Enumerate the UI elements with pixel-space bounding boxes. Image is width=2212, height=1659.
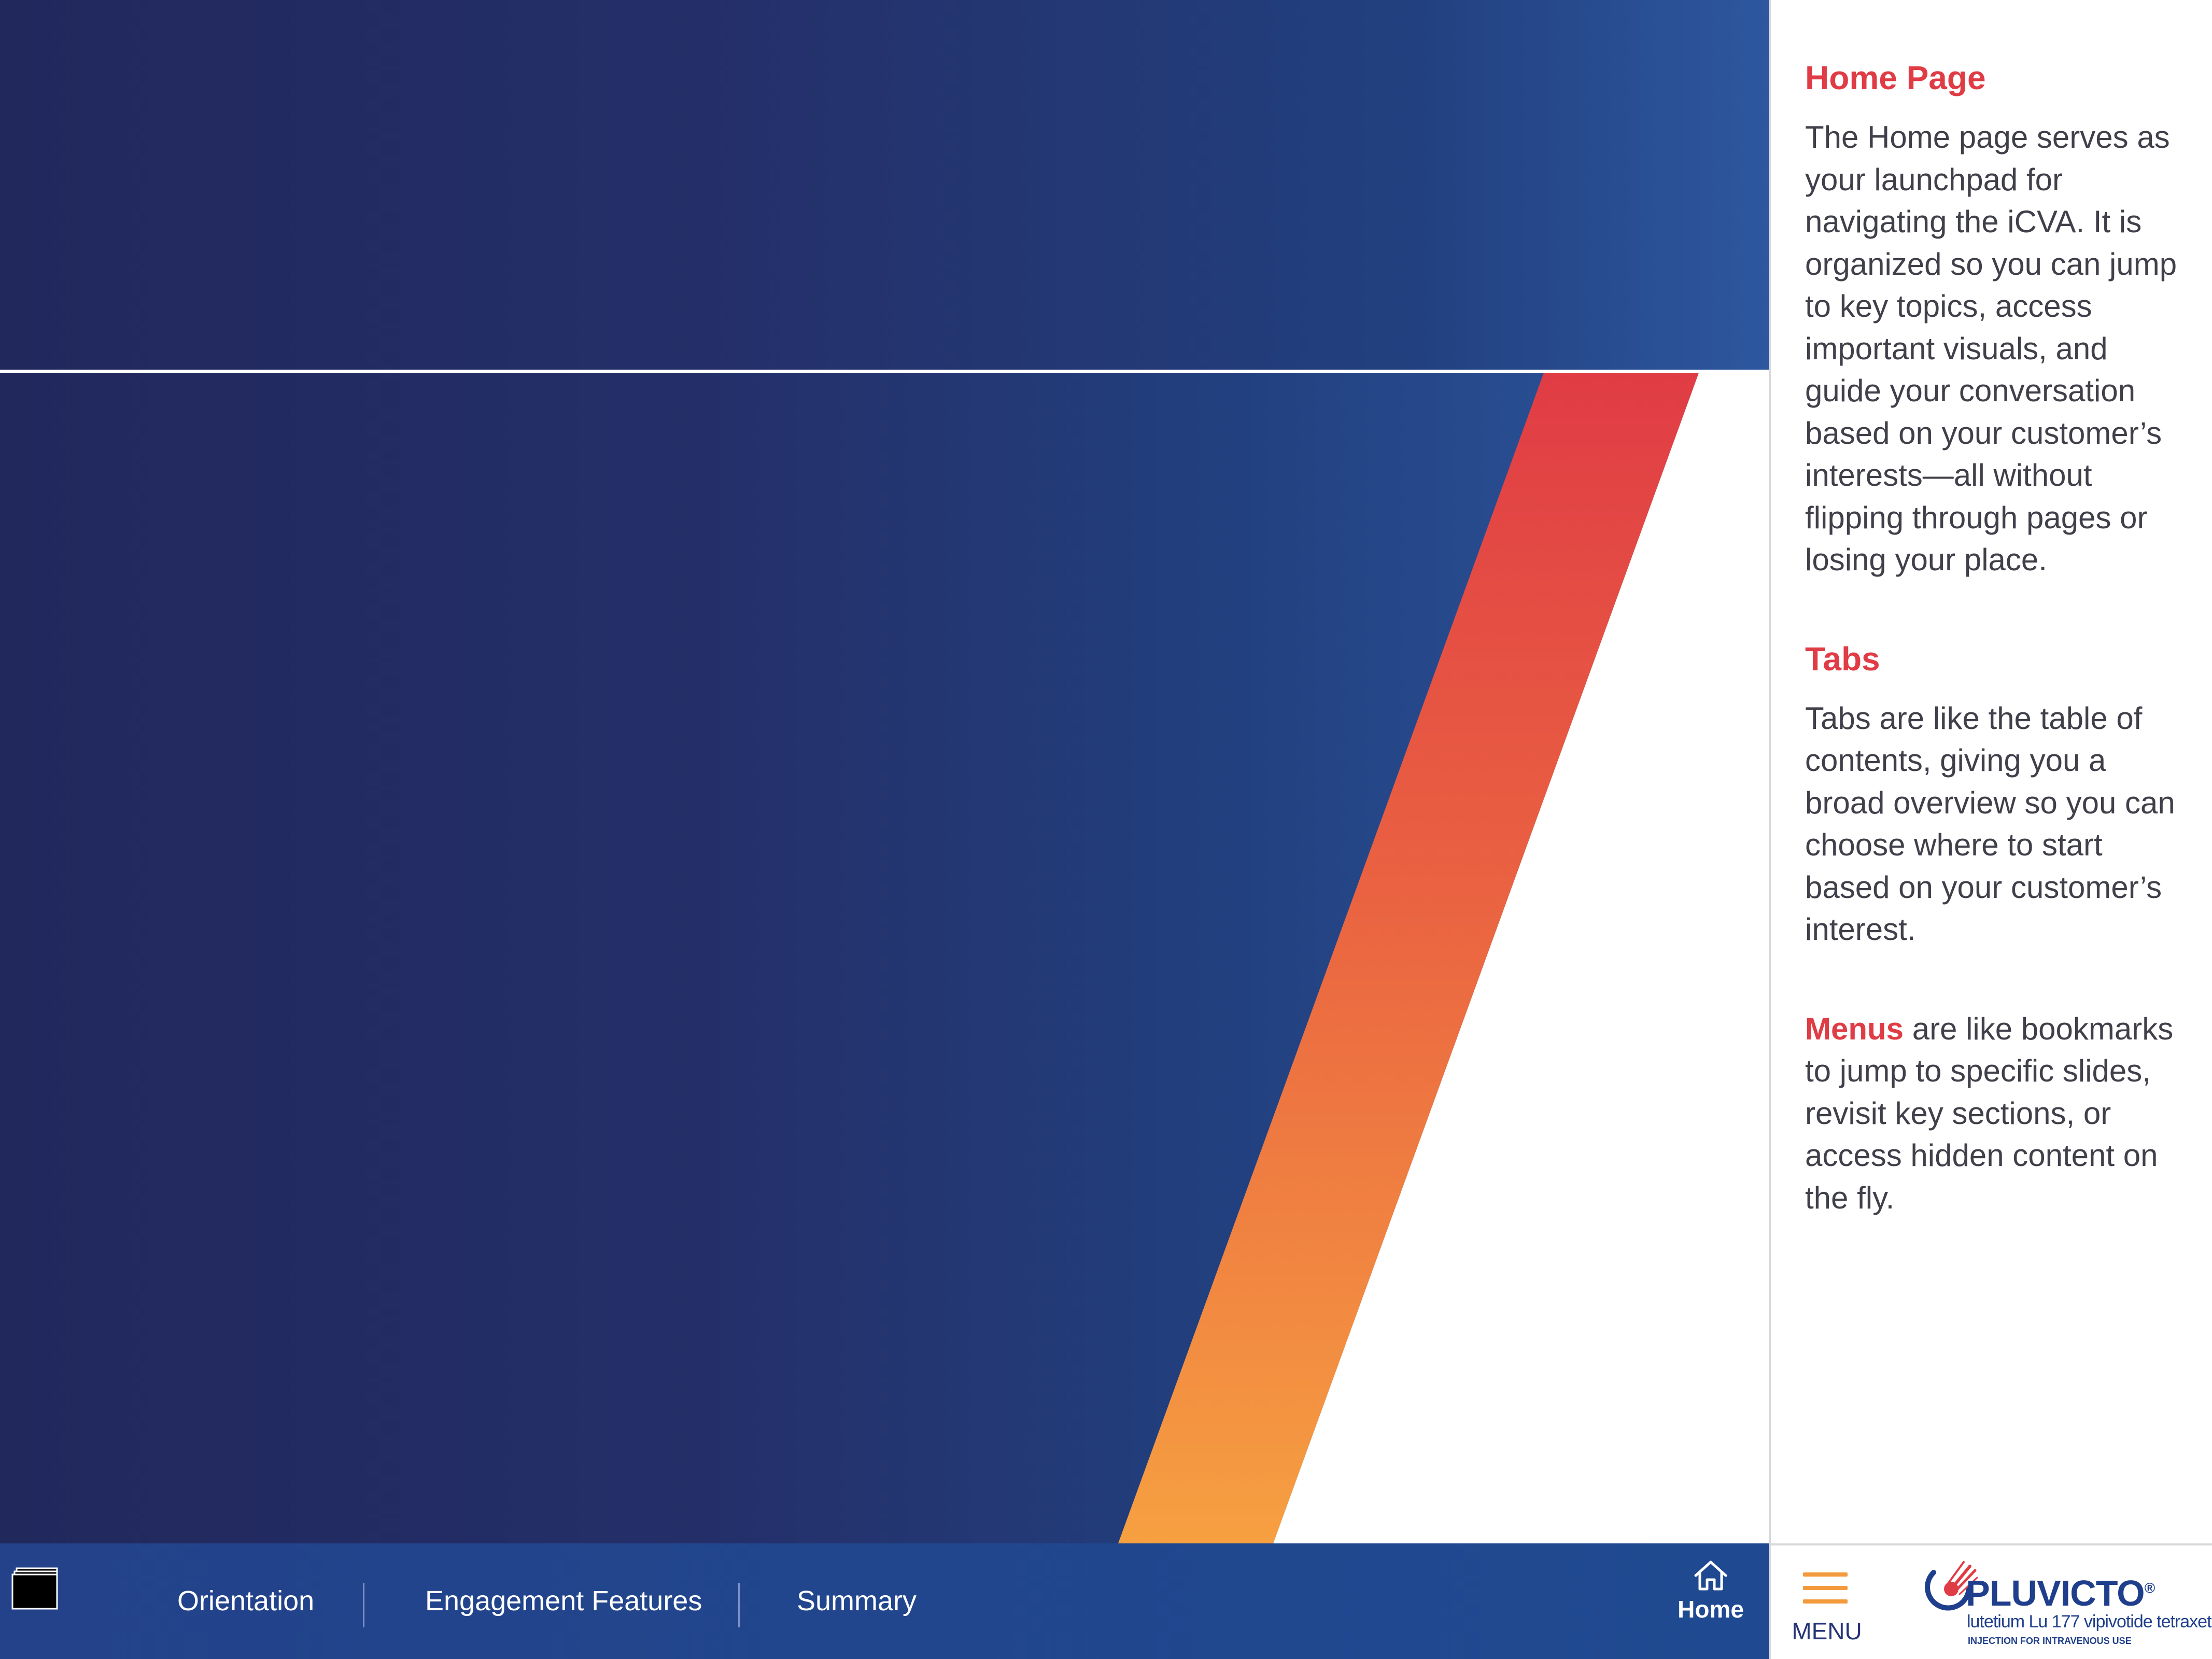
- home-label: Home: [1678, 1596, 1744, 1623]
- home-page-description: The Home page serves as your launchpad f…: [1805, 120, 2177, 577]
- brand-logo: PLUVICTO® lutetium Lu 177 vipivotide tet…: [1883, 1543, 2212, 1659]
- home-icon: [1694, 1560, 1727, 1591]
- administration-route: INJECTION FOR INTRAVENOUS USE: [1968, 1636, 2132, 1646]
- menus-heading: Menus: [1805, 1011, 1904, 1046]
- tab-separator: [363, 1583, 364, 1627]
- tab-orientation[interactable]: Orientation: [177, 1543, 314, 1659]
- home-page-heading: Home Page: [1805, 59, 1986, 96]
- instructions-panel: Home Page The Home page serves as your l…: [1769, 0, 2212, 1543]
- tabs-description: Tabs are like the table of contents, giv…: [1805, 700, 2175, 947]
- hamburger-menu-icon: [1803, 1572, 1848, 1604]
- brand-text: PLUVICTO: [1966, 1573, 2145, 1613]
- decorative-stripe: [1118, 373, 1769, 1543]
- tab-summary[interactable]: Summary: [797, 1543, 917, 1659]
- tab-engagement-features[interactable]: Engagement Features: [425, 1543, 702, 1659]
- menu-button[interactable]: MENU: [1769, 1543, 1883, 1659]
- home-button[interactable]: Home: [1659, 1559, 1763, 1647]
- header-band: [0, 0, 1769, 370]
- brand-name: PLUVICTO®: [1966, 1572, 2155, 1614]
- registered-mark: ®: [2144, 1580, 2155, 1596]
- menus-description: Menus are like bookmarks to jump to spec…: [1805, 1008, 2183, 1219]
- bottom-navigation-bar: Orientation Engagement Features Summary …: [0, 1543, 1769, 1659]
- slides-icon[interactable]: [10, 1564, 62, 1616]
- generic-name: lutetium Lu 177 vipivotide tetraxetan: [1967, 1612, 2212, 1632]
- tab-separator: [738, 1583, 740, 1627]
- instructions-content: Home Page The Home page serves as your l…: [1805, 57, 2183, 1276]
- hero-stage: [0, 0, 1769, 1543]
- menu-label: MENU: [1792, 1618, 1862, 1644]
- tabs-heading: Tabs: [1805, 640, 1880, 678]
